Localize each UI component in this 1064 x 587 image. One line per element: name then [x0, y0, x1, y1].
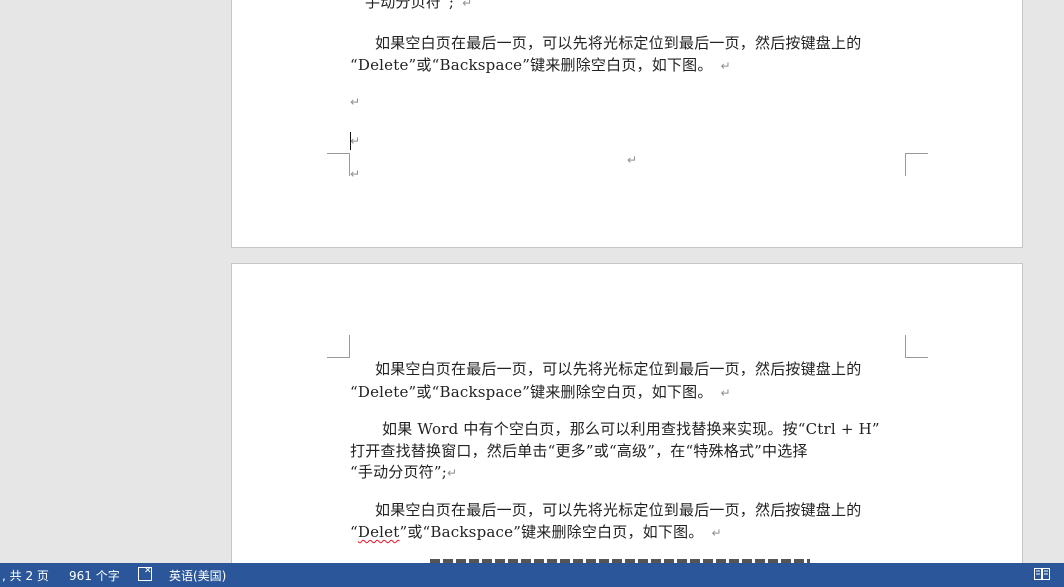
- paragraph-mark-icon: ↵: [462, 0, 473, 10]
- text-line[interactable]: 如果空白页在最后一页，可以先将光标定位到最后一页，然后按键盘上的: [375, 499, 861, 520]
- text-line[interactable]: “Delet”或“Backspace”键来删除空白页，如下图。 ↵: [350, 521, 722, 542]
- text-line[interactable]: 如果空白页在最后一页，可以先将光标定位到最后一页，然后按键盘上的: [375, 358, 861, 379]
- text-line[interactable]: 手动分页符”; ↵: [365, 0, 472, 12]
- text-line[interactable]: 如果空白页在最后一页，可以先将光标定位到最后一页，然后按键盘上的: [375, 32, 861, 53]
- proofing-icon: [138, 566, 152, 581]
- page-count[interactable]: , 共 2 页: [2, 567, 49, 584]
- paragraph-mark-icon: ↵: [711, 526, 722, 540]
- crop-mark: [327, 335, 350, 358]
- status-bar: , 共 2 页 961 个字 英语(美国): [0, 563, 1064, 587]
- text-line[interactable]: “Delete”或“Backspace”键来删除空白页，如下图。 ↵: [350, 54, 731, 75]
- crop-mark: [905, 335, 928, 358]
- text-line[interactable]: “手动分页符”;↵: [350, 461, 457, 482]
- read-mode-icon[interactable]: [1034, 568, 1050, 580]
- paragraph-mark-icon: ↵: [350, 167, 361, 181]
- text-line[interactable]: 打开查找替换窗口，然后单击“更多”或“高级”，在“特殊格式”中选择: [350, 440, 808, 461]
- language-indicator[interactable]: 英语(美国): [169, 567, 226, 584]
- text-line[interactable]: “Delete”或“Backspace”键来删除空白页，如下图。 ↵: [350, 381, 731, 402]
- proofing-status[interactable]: [138, 566, 156, 582]
- crop-mark: [327, 153, 350, 176]
- paragraph-mark-icon: ↵: [350, 134, 361, 148]
- text-cursor: [350, 132, 351, 150]
- paragraph-mark-icon: ↵: [447, 466, 458, 480]
- crop-mark: [905, 153, 928, 176]
- paragraph-mark-icon: ↵: [720, 59, 731, 73]
- spelling-error[interactable]: Delet: [358, 523, 400, 541]
- paragraph-mark-icon: ↵: [627, 153, 638, 167]
- paragraph-mark-icon: ↵: [720, 386, 731, 400]
- word-count[interactable]: 961 个字: [69, 567, 120, 584]
- paragraph-mark-icon: ↵: [350, 95, 361, 109]
- document-canvas[interactable]: 手动分页符”; ↵ 如果空白页在最后一页，可以先将光标定位到最后一页，然后按键盘上…: [0, 0, 1064, 563]
- text-line[interactable]: 如果 Word 中有个空白页，那么可以利用查找替换来实现。按“Ctrl + H”: [382, 418, 880, 439]
